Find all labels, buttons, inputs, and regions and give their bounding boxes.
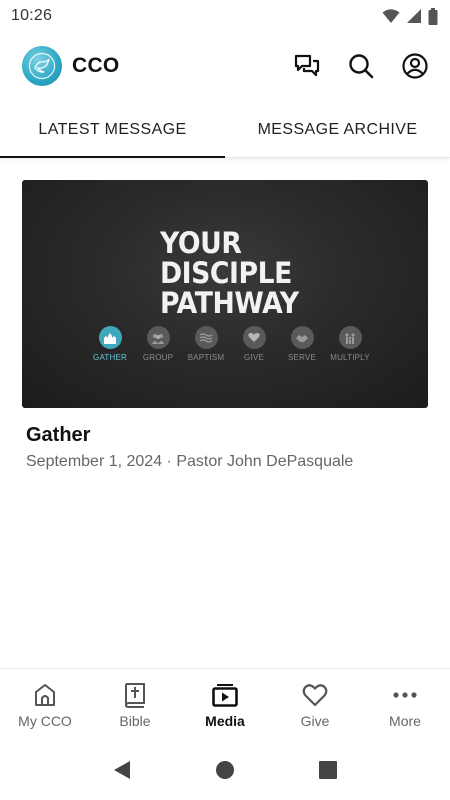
app-header: CCO xyxy=(0,38,450,94)
message-card[interactable]: YOUR DISCIPLE PATHWAY GATHER GROUP BAPTI… xyxy=(22,180,428,471)
heart-icon xyxy=(248,333,260,342)
step-label: BAPTISM xyxy=(187,353,225,362)
thumbnail-title-line: DISCIPLE xyxy=(160,256,292,290)
church-icon xyxy=(104,332,116,344)
nav-label: More xyxy=(389,712,421,729)
message-title[interactable]: Gather xyxy=(22,424,428,447)
bible-icon xyxy=(124,682,145,708)
nav-give[interactable]: Give xyxy=(270,669,360,740)
account-button[interactable] xyxy=(402,53,428,79)
pathway-steps: GATHER GROUP BAPTISM GIVE SERVE MULTIPLY xyxy=(86,326,374,362)
step-gather: GATHER xyxy=(86,326,134,362)
nav-media[interactable]: Media xyxy=(180,669,270,740)
search-icon xyxy=(349,54,374,79)
battery-icon xyxy=(428,7,438,25)
status-time: 10:26 xyxy=(11,7,53,24)
nav-bible[interactable]: Bible xyxy=(90,669,180,740)
wifi-icon xyxy=(382,9,400,23)
back-icon[interactable] xyxy=(112,760,132,780)
tab-latest-message[interactable]: LATEST MESSAGE xyxy=(0,102,225,158)
status-icons xyxy=(382,7,438,25)
chat-icon xyxy=(294,54,320,77)
app-logo xyxy=(22,46,62,86)
nav-label: Bible xyxy=(119,712,151,729)
status-bar: 10:26 xyxy=(0,0,450,32)
message-thumbnail[interactable]: YOUR DISCIPLE PATHWAY GATHER GROUP BAPTI… xyxy=(22,180,428,408)
chat-button[interactable] xyxy=(294,53,320,79)
nav-label: Media xyxy=(205,712,245,729)
system-nav-bar xyxy=(0,740,450,800)
tab-bar: LATEST MESSAGE MESSAGE ARCHIVE xyxy=(0,102,450,158)
more-icon xyxy=(393,691,417,698)
recents-icon[interactable] xyxy=(318,760,338,780)
media-icon xyxy=(212,683,238,707)
step-multiply: MULTIPLY xyxy=(326,326,374,362)
nav-label: Give xyxy=(300,712,330,729)
church-home-icon xyxy=(35,683,55,706)
app-name: CCO xyxy=(72,54,120,77)
thumbnail-title: YOUR DISCIPLE PATHWAY xyxy=(160,228,299,318)
signal-icon xyxy=(407,9,421,23)
thumbnail-title-line: YOUR xyxy=(160,226,242,260)
step-label: GIVE xyxy=(244,353,264,362)
step-serve: SERVE xyxy=(278,326,326,362)
step-group: GROUP xyxy=(134,326,182,362)
heart-icon xyxy=(302,683,328,706)
step-label: MULTIPLY xyxy=(330,353,370,362)
step-give: GIVE xyxy=(230,326,278,362)
waves-icon xyxy=(199,332,213,343)
tab-message-archive[interactable]: MESSAGE ARCHIVE xyxy=(225,102,450,157)
nav-my-cco[interactable]: My CCO xyxy=(0,669,90,740)
bottom-nav: My CCO Bible Media Give More xyxy=(0,668,450,740)
step-baptism: BAPTISM xyxy=(182,326,230,362)
dove-icon xyxy=(28,52,56,80)
handshake-icon xyxy=(296,334,308,342)
family-icon xyxy=(345,332,355,344)
thumbnail-title-line: PATHWAY xyxy=(160,286,299,320)
search-button[interactable] xyxy=(348,53,374,79)
nav-label: My CCO xyxy=(18,712,72,729)
step-label: GROUP xyxy=(142,353,174,362)
step-label: SERVE xyxy=(288,353,316,362)
home-icon[interactable] xyxy=(215,760,235,780)
nav-more[interactable]: More xyxy=(360,669,450,740)
message-meta: September 1, 2024 · Pastor John DePasqua… xyxy=(26,453,354,470)
people-icon xyxy=(152,333,164,344)
header-actions xyxy=(294,53,428,79)
account-icon xyxy=(402,53,428,79)
step-label: GATHER xyxy=(93,353,127,362)
